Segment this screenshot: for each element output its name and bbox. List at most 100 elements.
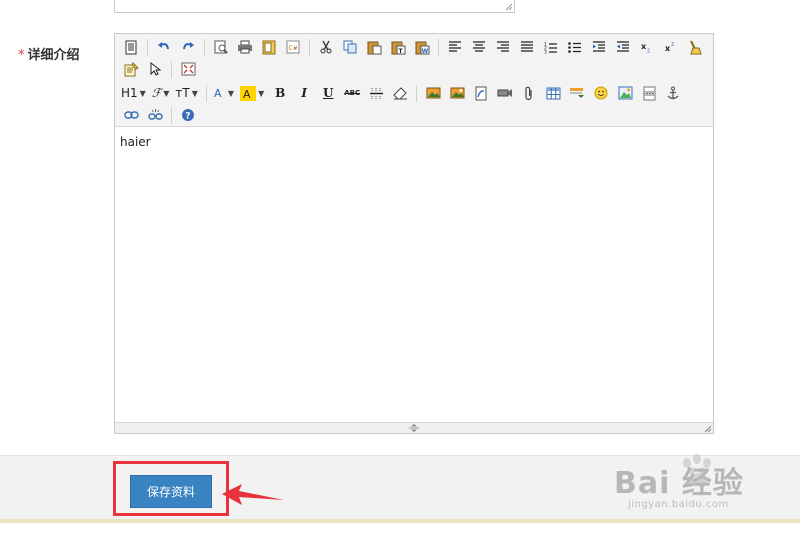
paste-word-icon: W [415,41,429,55]
vertical-resize-icon[interactable] [407,424,421,432]
video-icon [497,89,513,97]
fullscreen-button[interactable] [178,59,198,79]
emoticon-button[interactable] [591,83,611,103]
cut-button[interactable] [316,37,336,57]
paste-button[interactable] [364,37,384,57]
help-icon: ? [182,109,194,122]
indent-icon [593,41,605,52]
insert-map-button[interactable] [615,83,635,103]
strikethrough-icon: ABC [344,89,361,97]
page-break-button[interactable] [639,83,659,103]
highlight-color-dropdown[interactable]: A ▼ [240,83,264,103]
fullscreen-icon [181,62,195,76]
insert-media-button[interactable] [495,83,515,103]
insert-attachment-button[interactable] [519,83,539,103]
chevron-down-icon: ▼ [139,88,146,98]
clear-format-button[interactable] [685,37,705,57]
align-right-button[interactable] [493,37,513,57]
unordered-list-icon [568,41,581,53]
chevron-down-icon: ▼ [163,88,170,98]
align-center-button[interactable] [469,37,489,57]
select-all-button[interactable] [145,59,165,79]
paste-word-button[interactable]: W [412,37,432,57]
justify-button[interactable] [517,37,537,57]
print-button[interactable] [235,37,255,57]
font-size-dropdown-label: тT [175,86,190,100]
template-button[interactable] [259,37,279,57]
paste-text-button[interactable]: T [388,37,408,57]
resize-grip-icon[interactable] [505,3,513,11]
eraser-button[interactable] [390,83,410,103]
editor-content-area[interactable]: haier [115,128,713,422]
bold-icon: B [275,86,286,100]
code-icon: C# [286,40,300,54]
cut-icon [320,40,332,54]
toolbar-row-3: H1 ▼ ℱ ▼ тT ▼ A ▼ A ▼ B I U ABC [121,83,687,103]
corner-resize-icon[interactable] [703,424,712,433]
paste-text-icon: T [391,41,405,55]
insert-image-button[interactable] [423,83,443,103]
insert-flash-button[interactable] [471,83,491,103]
font-family-dropdown-label: ℱ [151,86,162,100]
font-size-dropdown[interactable]: тT ▼ [175,83,197,103]
toolbar-separator [171,60,172,78]
brush-icon [690,40,702,54]
anchor-button[interactable] [663,83,683,103]
subscript-button[interactable]: x2 [637,37,657,57]
insert-table-button[interactable] [543,83,563,103]
align-center-icon [473,41,485,52]
font-family-dropdown[interactable]: ℱ ▼ [152,83,170,103]
page-bottom [0,523,800,533]
annotation-arrow-icon [222,484,284,505]
redo-button[interactable] [178,37,198,57]
detail-label: * 详细介绍 [18,44,80,63]
toolbar-row-1: C# T W 123 x2 x2 [121,37,709,57]
detail-label-text: 详细介绍 [27,48,80,63]
previous-textarea[interactable] [114,0,515,13]
toolbar-separator [205,84,207,102]
toolbar-separator [416,84,418,102]
chevron-down-icon: ▼ [227,88,235,98]
ordered-list-button[interactable]: 123 [541,37,561,57]
image-icon [426,87,441,99]
svg-text:?: ? [185,112,190,122]
underline-button[interactable]: U [318,83,338,103]
source-code-button[interactable] [121,37,141,57]
align-left-icon [449,41,461,52]
horizontal-rule-icon [369,87,383,99]
svg-text:2: 2 [647,49,650,54]
bold-button[interactable]: B [270,83,290,103]
editor-statusbar [115,422,713,433]
flash-icon [475,86,487,100]
page-break-icon [642,86,656,100]
unordered-list-button[interactable] [565,37,585,57]
help-button[interactable]: ? [178,105,198,125]
undo-button[interactable] [154,37,174,57]
insert-link-button[interactable] [121,105,141,125]
toolbar-separator [309,38,310,56]
quick-format-button[interactable] [121,59,141,79]
italic-button[interactable]: I [294,83,314,103]
heading-dropdown[interactable]: H1 ▼ [121,83,146,103]
outdent-button[interactable] [613,37,633,57]
font-color-dropdown[interactable]: A ▼ [213,83,234,103]
insert-image-online-button[interactable] [447,83,467,103]
table-icon [546,87,561,99]
svg-text:3: 3 [544,49,547,54]
paste-icon [367,41,381,54]
code-block-button[interactable]: C# [283,37,303,57]
toolbar-row-2 [121,59,202,79]
unlink-button[interactable] [145,105,165,125]
outdent-icon [617,41,629,52]
subscript-icon: x2 [641,42,650,54]
insert-code-button[interactable] [567,83,587,103]
superscript-button[interactable]: x2 [661,37,681,57]
preview-button[interactable] [211,37,231,57]
hr-button[interactable] [366,83,386,103]
strikethrough-button[interactable]: ABC [342,83,362,103]
indent-button[interactable] [589,37,609,57]
preview-icon [214,40,228,54]
copy-button[interactable] [340,37,360,57]
save-profile-button[interactable]: 保存资料 [130,475,212,508]
align-left-button[interactable] [445,37,465,57]
